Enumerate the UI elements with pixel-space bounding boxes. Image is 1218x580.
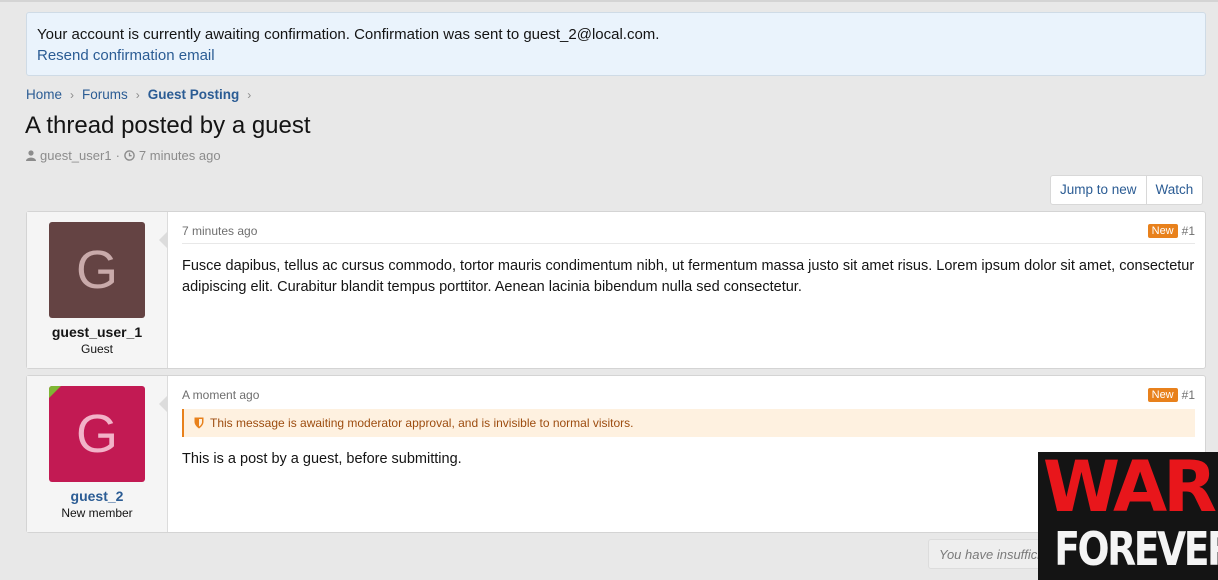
resend-confirmation-link[interactable]: Resend confirmation email: [37, 47, 215, 64]
post-header: A moment ago New #1: [182, 386, 1195, 408]
user-title: New member: [61, 506, 133, 520]
war-forever-overlay-image: WAR FOREVER: [1038, 452, 1218, 580]
post-header: 7 minutes ago New #1: [182, 222, 1195, 244]
post-user-cell: G guest_user_1 Guest: [27, 212, 176, 368]
watch-button[interactable]: Watch: [1145, 176, 1203, 204]
post-time[interactable]: 7 minutes ago: [182, 224, 257, 238]
post-content: 7 minutes ago New #1 Fusce dapibus, tell…: [168, 212, 1205, 368]
user-title: Guest: [80, 342, 113, 356]
moderation-notice-text: This message is awaiting moderator appro…: [210, 416, 634, 430]
top-border: [0, 0, 1218, 2]
avatar[interactable]: G: [49, 222, 145, 318]
thread-actions: Jump to new Watch: [1050, 175, 1204, 205]
avatar-letter: G: [75, 404, 118, 464]
post-header-right: New #1: [1147, 223, 1195, 238]
user-icon: [26, 150, 36, 161]
username: guest_user_1: [51, 324, 143, 340]
new-badge: New: [1147, 223, 1178, 238]
moderation-notice: This message is awaiting moderator appro…: [182, 409, 1195, 437]
overlay-text-forever: FOREVER: [1054, 522, 1218, 576]
account-confirmation-notice: Your account is currently awaiting confi…: [26, 12, 1206, 76]
page-title: A thread posted by a guest: [25, 112, 311, 139]
clock-icon: [124, 150, 135, 161]
thread-author[interactable]: guest_user1: [40, 148, 112, 163]
jump-to-new-button[interactable]: Jump to new: [1051, 176, 1146, 204]
notice-message: Your account is currently awaiting confi…: [37, 26, 660, 43]
post: G guest_2 New member A moment ago New #1…: [26, 375, 1206, 533]
post-body: Fusce dapibus, tellus ac cursus commodo,…: [182, 258, 1195, 295]
post: G guest_user_1 Guest 7 minutes ago New #…: [26, 211, 1206, 369]
chevron-right-icon: ›: [135, 87, 140, 102]
breadcrumb-home[interactable]: Home: [26, 87, 62, 102]
post-arrow: [159, 231, 168, 249]
post-arrow: [159, 395, 168, 413]
post-header-right: New #1: [1147, 388, 1195, 402]
username-link[interactable]: guest_2: [27, 488, 167, 505]
breadcrumb-forums[interactable]: Forums: [82, 87, 128, 102]
meta-separator: ·: [115, 148, 120, 163]
shield-icon: [194, 417, 204, 429]
post-time[interactable]: A moment ago: [182, 388, 259, 402]
thread-meta: guest_user1 · 7 minutes ago: [26, 148, 221, 163]
overlay-text-war: WAR: [1042, 452, 1217, 528]
online-indicator-icon: [49, 386, 61, 398]
avatar[interactable]: G: [49, 386, 145, 482]
post-number[interactable]: #1: [1182, 224, 1195, 238]
chevron-right-icon: ›: [70, 87, 75, 102]
breadcrumb-guest-posting[interactable]: Guest Posting: [148, 87, 240, 102]
thread-time[interactable]: 7 minutes ago: [139, 148, 221, 163]
breadcrumb: Home › Forums › Guest Posting ›: [26, 87, 259, 102]
new-badge: New: [1147, 388, 1178, 402]
chevron-right-icon: ›: [247, 87, 252, 102]
post-number[interactable]: #1: [1182, 388, 1195, 402]
post-user-cell: G guest_2 New member: [27, 376, 176, 532]
